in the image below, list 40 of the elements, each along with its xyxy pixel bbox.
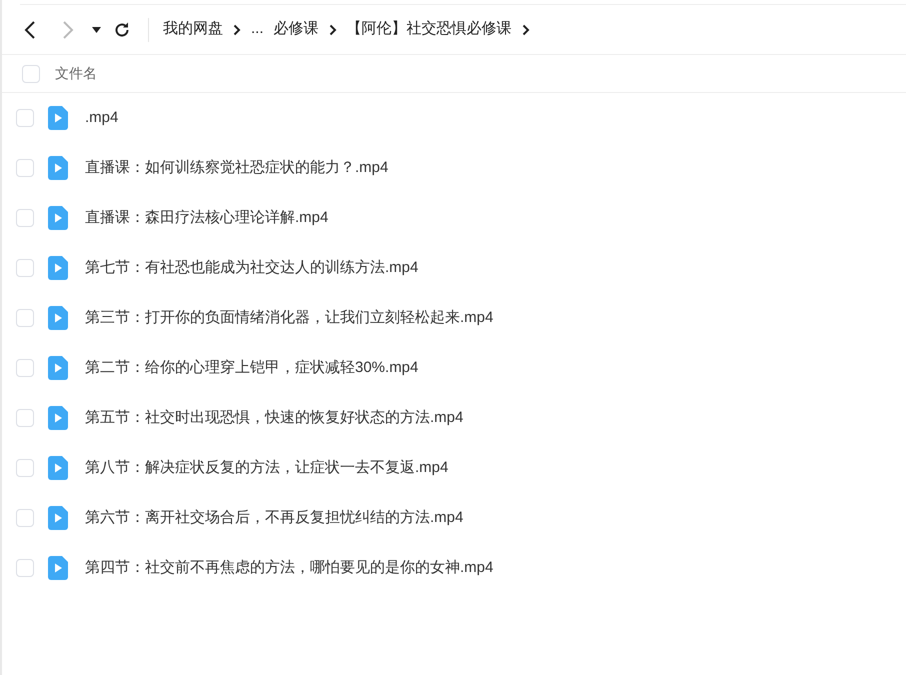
video-file-icon bbox=[48, 356, 68, 380]
breadcrumb-link[interactable]: 【阿伦】社交恐惧必修课 bbox=[346, 18, 512, 41]
checkbox[interactable] bbox=[16, 409, 34, 427]
checkbox[interactable] bbox=[16, 509, 34, 527]
video-file-icon bbox=[48, 206, 68, 230]
chevron-icon bbox=[233, 24, 241, 36]
caret-icon bbox=[92, 26, 100, 32]
chevron-icon bbox=[522, 24, 530, 36]
checkbox[interactable] bbox=[16, 109, 34, 127]
breadcrumb-link[interactable]: 我的网盘 bbox=[163, 18, 223, 41]
video-file-icon bbox=[48, 156, 68, 180]
video-file-icon bbox=[48, 256, 68, 280]
file-name[interactable]: 第六节：离开社交场合后，不再反复担忧纠结的方法.mp4 bbox=[85, 506, 464, 530]
file-name[interactable]: 第三节：打开你的负面情绪消化器，让我们立刻轻松起来.mp4 bbox=[85, 306, 494, 330]
file-name[interactable]: 第五节：社交时出现恐惧，快速的恢复好状态的方法.mp4 bbox=[85, 406, 464, 430]
breadcrumb-link[interactable]: ... bbox=[251, 18, 264, 41]
file-name[interactable]: 第七节：有社恐也能成为社交达人的训练方法.mp4 bbox=[85, 256, 418, 280]
checkbox[interactable] bbox=[16, 309, 34, 327]
file-name[interactable]: 第八节：解决症状反复的方法，让症状一去不复返.mp4 bbox=[85, 456, 448, 480]
column-header: 文件名 bbox=[55, 64, 97, 83]
checkbox[interactable] bbox=[16, 209, 34, 227]
checkbox[interactable] bbox=[16, 159, 34, 177]
checkbox[interactable] bbox=[16, 459, 34, 477]
checkbox[interactable] bbox=[22, 64, 40, 82]
file-name[interactable]: 直播课：森田疗法核心理论详解.mp4 bbox=[85, 206, 328, 230]
file-name[interactable]: 第四节：社交前不再焦虑的方法，哪怕要见的是你的女神.mp4 bbox=[85, 556, 494, 580]
checkbox[interactable] bbox=[16, 359, 34, 377]
video-file-icon bbox=[48, 456, 68, 480]
video-file-icon bbox=[48, 106, 68, 130]
checkbox[interactable] bbox=[16, 559, 34, 577]
checkbox[interactable] bbox=[16, 259, 34, 277]
video-file-icon bbox=[48, 506, 68, 530]
breadcrumb-link[interactable]: 必修课 bbox=[274, 18, 319, 41]
chevron-icon bbox=[328, 24, 337, 36]
video-file-icon bbox=[48, 306, 68, 330]
file-name[interactable]: .mp4 bbox=[85, 106, 118, 130]
file-name[interactable]: 直播课：如何训练察觉社恐症状的能力？.mp4 bbox=[85, 156, 388, 180]
video-file-icon bbox=[48, 406, 68, 430]
file-name[interactable]: 第二节：给你的心理穿上铠甲，症状减轻30%.mp4 bbox=[85, 356, 418, 380]
video-file-icon bbox=[48, 556, 68, 580]
